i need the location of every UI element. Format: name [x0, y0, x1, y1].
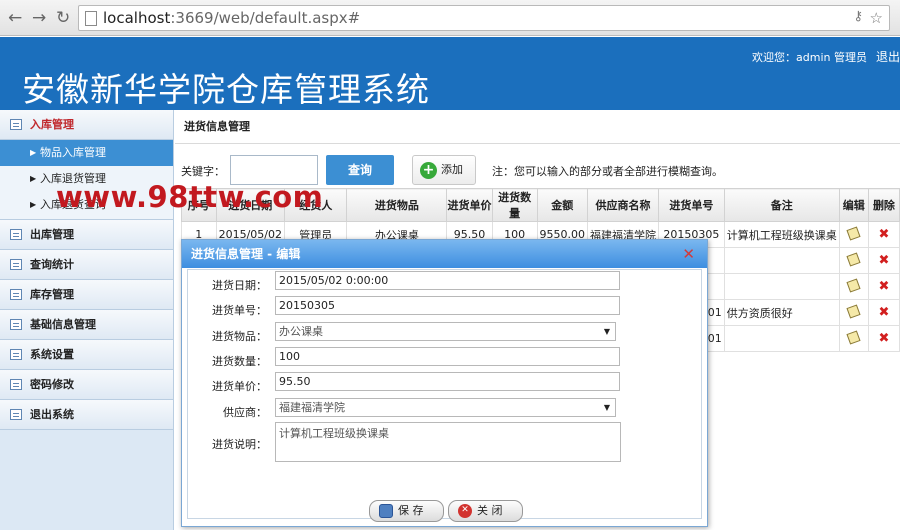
menu-system-settings[interactable]: 系统设置 [0, 340, 173, 370]
forward-icon[interactable]: → [32, 8, 46, 28]
query-button[interactable]: 查询 [326, 155, 394, 185]
list-icon [10, 259, 22, 270]
back-icon[interactable]: ← [8, 8, 22, 28]
list-icon [10, 319, 22, 330]
menu-query-stats[interactable]: 查询统计 [0, 250, 173, 280]
quantity-field[interactable]: 100 [275, 347, 620, 366]
close-button[interactable]: ✕ 关 闭 [448, 500, 523, 522]
menu-exit[interactable]: 退出系统 [0, 400, 173, 430]
dropdown-arrow-icon: ▼ [603, 327, 610, 336]
edit-icon[interactable] [846, 303, 861, 319]
address-bar[interactable]: localhost:3669/web/default.aspx# ⚷ ☆ [78, 5, 890, 31]
list-icon [10, 289, 22, 300]
price-field[interactable]: 95.50 [275, 372, 620, 391]
delete-cell[interactable]: ✖ [867, 299, 900, 326]
order-no-label: 进货单号： [212, 304, 267, 317]
search-note: 注：您可以输入的部分或者全部进行模糊查询。 [492, 165, 723, 178]
col-header: 供应商名称 [587, 188, 660, 222]
col-header: 删除 [867, 188, 900, 222]
sidebar: 入库管理 ▶ 物品入库管理 ▶ 入库退货管理 ▶ 入库退货查询 出库管理 查询统计 库… [0, 110, 174, 530]
cell [723, 325, 840, 352]
cell: 供方资质很好 [723, 299, 840, 326]
order-no-field[interactable]: 20150305 [275, 296, 620, 315]
list-icon [10, 349, 22, 360]
breadcrumb: 进货信息管理 [175, 110, 900, 144]
keyword-label: 关键字： [181, 165, 225, 178]
reload-icon[interactable]: ↻ [56, 8, 70, 28]
delete-cell[interactable]: ✖ [867, 221, 900, 248]
col-header: 进货数量 [491, 188, 538, 222]
caret-right-icon: ▶ [30, 200, 37, 209]
plus-icon: + [420, 162, 437, 179]
edit-icon[interactable] [846, 329, 861, 345]
edit-icon[interactable] [846, 225, 861, 241]
app-title: 安徽新华学院仓库管理系统 [22, 70, 430, 109]
dropdown-arrow-icon: ▼ [603, 403, 610, 412]
cell [723, 247, 840, 274]
menu-basic-info[interactable]: 基础信息管理 [0, 310, 173, 340]
delete-cell[interactable]: ✖ [867, 247, 900, 274]
app-header: 安徽新华学院仓库管理系统 欢迎您：admin 管理员 退出 [0, 37, 900, 110]
list-icon [10, 119, 22, 130]
url-text[interactable]: localhost:3669/web/default.aspx# [103, 9, 360, 27]
edit-dialog: 进货信息管理 - 编辑 ✕ 进货日期： 2015/05/02 0:00:00 进… [181, 239, 708, 527]
col-header: 编辑 [838, 188, 869, 222]
edit-cell[interactable] [838, 273, 869, 300]
description-textarea[interactable]: 计算机工程班级换课桌 [275, 422, 621, 462]
cell: 计算机工程班级换课桌 [723, 221, 840, 248]
col-header: 金额 [536, 188, 589, 222]
key-icon[interactable]: ⚷ [853, 9, 863, 24]
delete-icon[interactable]: ✖ [878, 279, 889, 294]
edit-icon[interactable] [846, 251, 861, 267]
col-header: 备注 [723, 188, 840, 222]
close-circle-icon: ✕ [458, 504, 472, 518]
caret-right-icon: ▶ [30, 174, 37, 183]
quantity-label: 进货数量： [212, 355, 267, 368]
col-header: 进货物品 [346, 188, 448, 222]
close-icon[interactable]: ✕ [682, 240, 695, 268]
date-label: 进货日期： [212, 279, 267, 292]
add-button[interactable]: + 添加 [412, 155, 476, 185]
delete-cell[interactable]: ✖ [867, 325, 900, 352]
edit-icon[interactable] [846, 277, 861, 293]
welcome-text: 欢迎您：admin 管理员 [752, 51, 867, 64]
menu-outbound[interactable]: 出库管理 [0, 220, 173, 250]
item-select[interactable]: 办公课桌 ▼ [275, 322, 616, 341]
delete-icon[interactable]: ✖ [878, 305, 889, 320]
list-icon [10, 379, 22, 390]
caret-right-icon: ▶ [30, 148, 37, 157]
save-icon [379, 504, 393, 518]
sidebar-item-goods-inbound[interactable]: ▶ 物品入库管理 [0, 140, 173, 166]
page-icon [85, 11, 97, 26]
browser-toolbar: ← → ↻ localhost:3669/web/default.aspx# ⚷… [0, 0, 900, 36]
edit-cell[interactable] [838, 325, 869, 352]
cell [723, 273, 840, 300]
delete-icon[interactable]: ✖ [878, 253, 889, 268]
delete-icon[interactable]: ✖ [878, 331, 889, 346]
menu-inbound[interactable]: 入库管理 [0, 110, 173, 140]
bookmark-star-icon[interactable]: ☆ [870, 9, 883, 27]
edit-cell[interactable] [838, 299, 869, 326]
delete-icon[interactable]: ✖ [878, 227, 889, 242]
delete-cell[interactable]: ✖ [867, 273, 900, 300]
menu-change-password[interactable]: 密码修改 [0, 370, 173, 400]
supplier-select[interactable]: 福建福清学院 ▼ [275, 398, 616, 417]
description-label: 进货说明： [212, 438, 267, 451]
dialog-form: 进货日期： 2015/05/02 0:00:00 进货单号： 20150305 … [187, 269, 702, 522]
dialog-title: 进货信息管理 - 编辑 ✕ [182, 240, 707, 268]
col-header: 进货单号 [658, 188, 725, 222]
logout-link[interactable]: 退出 [876, 48, 900, 65]
list-icon [10, 229, 22, 240]
menu-inventory[interactable]: 库存管理 [0, 280, 173, 310]
watermark-text: www.98ttw.com [56, 180, 324, 214]
col-header: 进货单价 [446, 188, 493, 222]
price-label: 进货单价： [212, 380, 267, 393]
edit-cell[interactable] [838, 247, 869, 274]
supplier-label: 供应商： [223, 406, 267, 419]
list-icon [10, 409, 22, 420]
item-label: 进货物品： [212, 330, 267, 343]
edit-cell[interactable] [838, 221, 869, 248]
save-button[interactable]: 保 存 [369, 500, 444, 522]
date-field[interactable]: 2015/05/02 0:00:00 [275, 271, 620, 290]
